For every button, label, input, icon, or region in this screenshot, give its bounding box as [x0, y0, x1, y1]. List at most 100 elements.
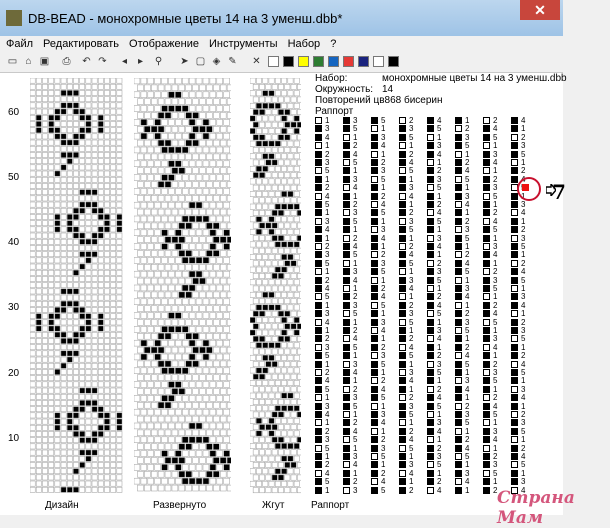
color-swatch[interactable]	[328, 56, 339, 67]
rapport-bead	[315, 159, 322, 166]
rapport-bead	[511, 327, 518, 334]
rapport-bead	[399, 285, 406, 292]
color-swatch[interactable]	[358, 56, 369, 67]
rapport-bead	[511, 251, 518, 259]
rapport-bead	[427, 268, 434, 276]
rapport-bead	[371, 133, 378, 141]
rapport-bead	[455, 411, 462, 418]
rapport-bead	[371, 343, 378, 351]
rapport-bead	[427, 301, 434, 309]
pointer-icon[interactable]: ➤	[178, 55, 191, 68]
harness-view[interactable]	[250, 78, 301, 498]
rapport-bead	[483, 209, 490, 217]
rapport-bead	[511, 369, 518, 376]
rapport-bead	[399, 360, 406, 368]
menu-help[interactable]: ?	[330, 36, 336, 52]
no-color-icon[interactable]: ✕	[250, 55, 263, 68]
rapport-bead	[455, 209, 462, 217]
menu-file[interactable]: Файл	[6, 36, 33, 52]
menu-edit[interactable]: Редактировать	[43, 36, 119, 52]
rapport-bead	[483, 159, 490, 166]
rapport-bead	[371, 243, 378, 250]
rapport-bead	[315, 402, 322, 410]
rapport-bead	[371, 184, 378, 192]
rapport-bead	[343, 117, 350, 124]
color-swatch[interactable]	[268, 56, 279, 67]
rapport-bead	[483, 125, 490, 133]
zoom-icon[interactable]: ⚲	[152, 55, 165, 68]
rapport-bead	[483, 117, 490, 124]
rapport-bead	[483, 243, 490, 250]
rapport-count: 1	[353, 225, 358, 235]
rapport-bead	[343, 234, 350, 242]
menu-tools[interactable]: Инструменты	[209, 36, 278, 52]
rapport-count: 1	[353, 351, 358, 361]
arrow-left-icon[interactable]: ◂	[118, 55, 131, 68]
set-value: монохромные цветы 14 на 3 уменш.dbb	[382, 73, 567, 84]
color-swatch[interactable]	[313, 56, 324, 67]
rapport-bead	[483, 142, 490, 150]
rapport-bead	[455, 301, 462, 309]
rapport-bead	[483, 377, 490, 385]
rapport-bead	[427, 217, 434, 225]
rapport-bead	[427, 318, 434, 326]
rapport-bead	[455, 436, 462, 444]
rapport-count: 3	[493, 183, 498, 193]
color-swatch[interactable]	[343, 56, 354, 67]
ruler-label-60: 60	[8, 107, 20, 118]
rapport-bead	[399, 469, 406, 477]
rapport-bead	[343, 335, 350, 343]
rapport-count: 1	[409, 477, 414, 487]
rapport-bead	[315, 360, 322, 368]
rapport-bead	[483, 461, 490, 469]
rapport-bead	[315, 478, 322, 486]
rapport-bead	[343, 402, 350, 410]
rapport-bead	[483, 360, 490, 368]
rapport-bead	[315, 251, 322, 259]
rapport-bead	[371, 394, 378, 402]
rapport-bead	[399, 461, 406, 469]
rapport-bead	[343, 478, 350, 486]
rapport-bead	[315, 201, 322, 208]
rapport-bead	[455, 327, 462, 334]
rapport-bead	[315, 318, 322, 326]
menu-set[interactable]: Набор	[288, 36, 321, 52]
fill-icon[interactable]: ◈	[210, 55, 223, 68]
rapport-bead	[315, 285, 322, 292]
save-icon[interactable]: ▣	[38, 55, 51, 68]
rapport-bead	[371, 461, 378, 469]
menu-view[interactable]: Отображение	[129, 36, 199, 52]
open-folder-icon[interactable]: ⌂	[22, 55, 35, 68]
rapport-bead	[399, 125, 406, 133]
redo-icon[interactable]: ↷	[96, 55, 109, 68]
undo-icon[interactable]: ↶	[80, 55, 93, 68]
unrolled-view[interactable]	[134, 78, 231, 498]
print-icon[interactable]: ⎙	[60, 55, 73, 68]
rapport-bead	[511, 217, 518, 225]
rapport-bead	[315, 167, 322, 175]
color-swatch[interactable]	[298, 56, 309, 67]
rapport-bead	[483, 411, 490, 418]
rapport-bead	[343, 150, 350, 158]
arrow-right-icon[interactable]: ▸	[134, 55, 147, 68]
rapport-count: 1	[325, 485, 330, 495]
rapport-bead	[483, 318, 490, 326]
rapport-count: 5	[465, 141, 470, 151]
rapport-bead	[427, 201, 434, 208]
color-swatch[interactable]	[388, 56, 399, 67]
select-rect-icon[interactable]: ▢	[194, 55, 207, 68]
rapport-bead	[315, 217, 322, 225]
new-file-icon[interactable]: ▭	[6, 55, 19, 68]
close-button[interactable]: ✕	[520, 0, 560, 20]
rapport-bead	[511, 394, 518, 402]
rapport-bead	[399, 486, 406, 494]
rapport-bead	[399, 427, 406, 435]
design-view[interactable]	[30, 78, 123, 498]
color-swatch[interactable]	[283, 56, 294, 67]
pipette-icon[interactable]: ✎	[226, 55, 239, 68]
rapport-bead	[371, 453, 378, 460]
rapport-count: 3	[409, 309, 414, 319]
rapport-bead	[511, 343, 518, 351]
rapport-bead	[399, 251, 406, 259]
color-swatch[interactable]	[373, 56, 384, 67]
